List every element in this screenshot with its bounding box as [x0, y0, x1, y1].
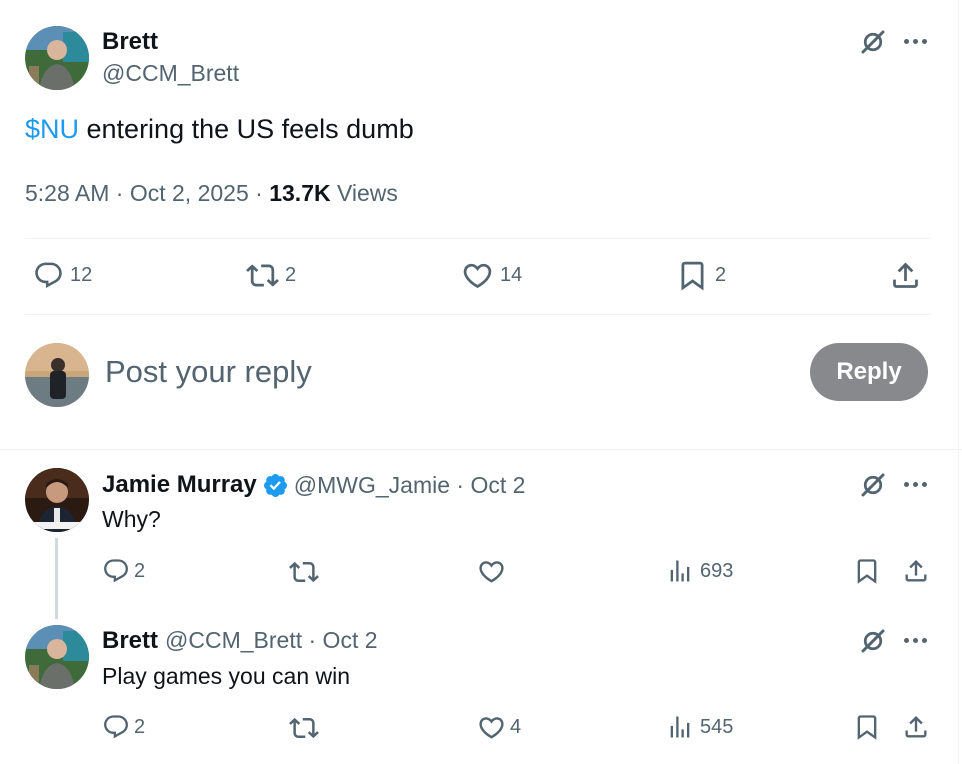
like-button[interactable] [477, 557, 506, 586]
share-icon [902, 557, 930, 585]
more-icon[interactable] [904, 39, 927, 44]
reply-icon [102, 557, 130, 585]
author-avatar[interactable] [25, 26, 89, 90]
divider [25, 238, 930, 239]
views-count: 693 [700, 559, 734, 582]
cashtag-link[interactable]: $NU [25, 114, 79, 144]
like-button[interactable]: 4 [477, 713, 521, 742]
verified-icon [262, 472, 289, 499]
views-count: 545 [700, 715, 734, 738]
current-user-avatar[interactable] [25, 343, 89, 407]
reply-author-handle[interactable]: @CCM_Brett [165, 627, 302, 653]
reply-submit-button[interactable]: Reply [810, 343, 928, 401]
column-border [958, 0, 959, 764]
reply-button[interactable]: 2 [102, 557, 145, 585]
reply-header: Brett @CCM_Brett · Oct 2 [102, 627, 378, 655]
author-handle[interactable]: @CCM_Brett [102, 60, 239, 87]
reply-author-name[interactable]: Brett [102, 627, 158, 654]
bookmark-icon [676, 259, 709, 292]
views-button[interactable]: 693 [666, 557, 733, 585]
reply-date[interactable]: · Oct 2 [302, 627, 377, 653]
reply-count: 2 [134, 559, 146, 582]
share-button[interactable] [902, 713, 930, 741]
retweet-button[interactable] [289, 557, 319, 587]
like-button[interactable]: 14 [461, 259, 522, 292]
meta-separator: · [248, 180, 270, 206]
views-icon [666, 557, 694, 585]
retweet-button[interactable] [289, 713, 319, 743]
reply-avatar[interactable] [25, 625, 89, 689]
tweet-meta: 5:28 AM · Oct 2, 2025 · 13.7K Views [25, 180, 398, 207]
views-button[interactable]: 545 [666, 713, 733, 741]
share-button[interactable] [889, 259, 922, 292]
reply-icon [102, 713, 130, 741]
reply-count: 2 [134, 715, 146, 738]
reply-button[interactable]: 12 [33, 260, 92, 291]
meta-separator: · [109, 180, 130, 206]
more-icon[interactable] [904, 638, 927, 643]
grok-icon[interactable] [858, 470, 888, 500]
reply-author-name[interactable]: Jamie Murray [102, 471, 257, 499]
author-name[interactable]: Brett [102, 28, 158, 56]
grok-icon[interactable] [858, 27, 888, 57]
divider [25, 314, 930, 315]
bookmark-button[interactable] [853, 557, 881, 585]
share-icon [889, 259, 922, 292]
tweet-text: $NU entering the US feels dumb [25, 114, 414, 145]
reply-text: Why? [102, 506, 161, 532]
grok-icon[interactable] [858, 626, 888, 656]
reply-count: 12 [70, 264, 93, 286]
views-icon [666, 713, 694, 741]
share-icon [902, 713, 930, 741]
like-icon [477, 713, 506, 742]
tweet-date[interactable]: Oct 2, 2025 [130, 180, 249, 206]
like-icon [461, 259, 494, 292]
bookmark-button[interactable]: 2 [676, 259, 726, 292]
reply-author-handle[interactable]: @MWG_Jamie [294, 472, 450, 499]
views-count: 13.7K [269, 180, 331, 206]
tweet-text-body: entering the US feels dumb [79, 114, 414, 144]
retweet-icon [246, 259, 279, 292]
bookmark-icon [853, 557, 881, 585]
reply-button[interactable]: 2 [102, 713, 145, 741]
retweet-icon [289, 557, 319, 587]
tweet-time[interactable]: 5:28 AM [25, 180, 109, 206]
like-count: 4 [510, 716, 522, 738]
reply-text: Play games you can win [102, 663, 351, 689]
bookmark-count: 2 [715, 264, 727, 286]
views-label: Views [330, 180, 398, 206]
retweet-button[interactable]: 2 [246, 259, 296, 292]
share-button[interactable] [902, 557, 930, 585]
reply-input[interactable]: Post your reply [105, 354, 312, 390]
bookmark-icon [853, 713, 881, 741]
reply-avatar[interactable] [25, 468, 89, 532]
like-count: 14 [500, 264, 523, 286]
like-icon [477, 557, 506, 586]
thread-line [55, 538, 58, 619]
retweet-icon [289, 713, 319, 743]
more-icon[interactable] [904, 482, 927, 487]
reply-date[interactable]: · Oct 2 [450, 472, 525, 499]
reply-header: Jamie Murray @MWG_Jamie · Oct 2 [102, 471, 525, 499]
divider [0, 449, 962, 450]
reply-icon [33, 260, 64, 291]
bookmark-button[interactable] [853, 713, 881, 741]
retweet-count: 2 [285, 264, 297, 286]
